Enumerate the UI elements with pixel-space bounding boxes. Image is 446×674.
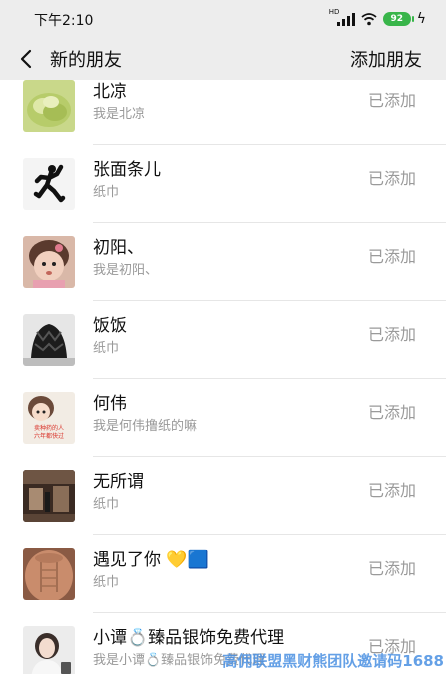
friend-message: 我是北凉 xyxy=(93,107,146,122)
friend-name: 小谭💍臻品银饰免费代理 xyxy=(93,628,285,648)
avatar: 卖种药的人 六年都快过 xyxy=(23,392,75,444)
battery-level: 92 xyxy=(390,14,404,24)
status-bar: 下午2:10 HD 92 ϟ xyxy=(0,0,446,38)
friend-message: 我是初阳、 xyxy=(93,263,159,278)
friend-row[interactable]: 遇见了你 💛🟦 纸巾 已添加 xyxy=(0,535,446,613)
avatar-caption-line2: 六年都快过 xyxy=(34,432,64,440)
friend-row[interactable]: 初阳、 我是初阳、 已添加 xyxy=(0,223,446,301)
added-status: 已添加 xyxy=(367,91,416,110)
added-status: 已添加 xyxy=(367,481,416,500)
friend-message: 我是何伟撸纸的嘛 xyxy=(93,419,198,434)
friend-name: 张面条儿 xyxy=(93,160,161,180)
friend-message: 纸巾 xyxy=(93,341,120,356)
status-icons: HD 92 ϟ xyxy=(329,8,426,28)
battery-icon: 92 xyxy=(382,12,414,26)
friend-name: 北凉 xyxy=(93,82,127,102)
friend-name: 无所谓 xyxy=(93,472,144,492)
avatar xyxy=(23,548,75,600)
friend-row[interactable]: 饭饭 纸巾 已添加 xyxy=(0,301,446,379)
friend-name: 遇见了你 💛🟦 xyxy=(93,550,209,570)
avatar xyxy=(23,314,75,366)
watermark-text: 高佣联盟黑财熊团队邀请码1688 xyxy=(222,652,444,670)
avatar xyxy=(23,626,75,674)
page-title: 新的朋友 xyxy=(50,50,122,71)
added-status: 已添加 xyxy=(367,169,416,188)
friend-name: 饭饭 xyxy=(93,316,127,336)
avatar xyxy=(23,470,75,522)
signal-icon: HD xyxy=(329,8,355,26)
added-status: 已添加 xyxy=(367,325,416,344)
friend-row[interactable]: 卖种药的人 六年都快过 何伟 我是何伟撸纸的嘛 已添加 xyxy=(0,379,446,457)
avatar xyxy=(23,80,75,132)
friend-row[interactable]: 北凉 我是北凉 已添加 xyxy=(0,80,446,145)
added-status: 已添加 xyxy=(367,403,416,422)
added-status: 已添加 xyxy=(367,559,416,578)
added-status: 已添加 xyxy=(367,247,416,266)
new-friends-list: 北凉 我是北凉 已添加 张面条儿 纸巾 已添加 初阳、 我是初阳、 已添加 饭饭… xyxy=(0,80,446,674)
avatar xyxy=(23,236,75,288)
friend-row[interactable]: 张面条儿 纸巾 已添加 xyxy=(0,145,446,223)
friend-message: 纸巾 xyxy=(93,497,120,512)
avatar-caption-line1: 卖种药的人 xyxy=(34,424,64,432)
charging-icon: ϟ xyxy=(416,11,426,27)
avatar xyxy=(23,158,75,210)
back-arrow-icon[interactable] xyxy=(16,48,36,70)
friend-row[interactable]: 无所谓 纸巾 已添加 xyxy=(0,457,446,535)
friend-message: 纸巾 xyxy=(93,185,120,200)
friend-name: 何伟 xyxy=(93,394,127,414)
friend-message: 纸巾 xyxy=(93,575,120,590)
add-friend-button[interactable]: 添加朋友 xyxy=(350,46,422,72)
wifi-icon xyxy=(361,13,377,26)
status-time: 下午2:10 xyxy=(34,13,94,29)
nav-bar: 新的朋友 添加朋友 xyxy=(0,38,446,80)
friend-name: 初阳、 xyxy=(93,238,144,258)
